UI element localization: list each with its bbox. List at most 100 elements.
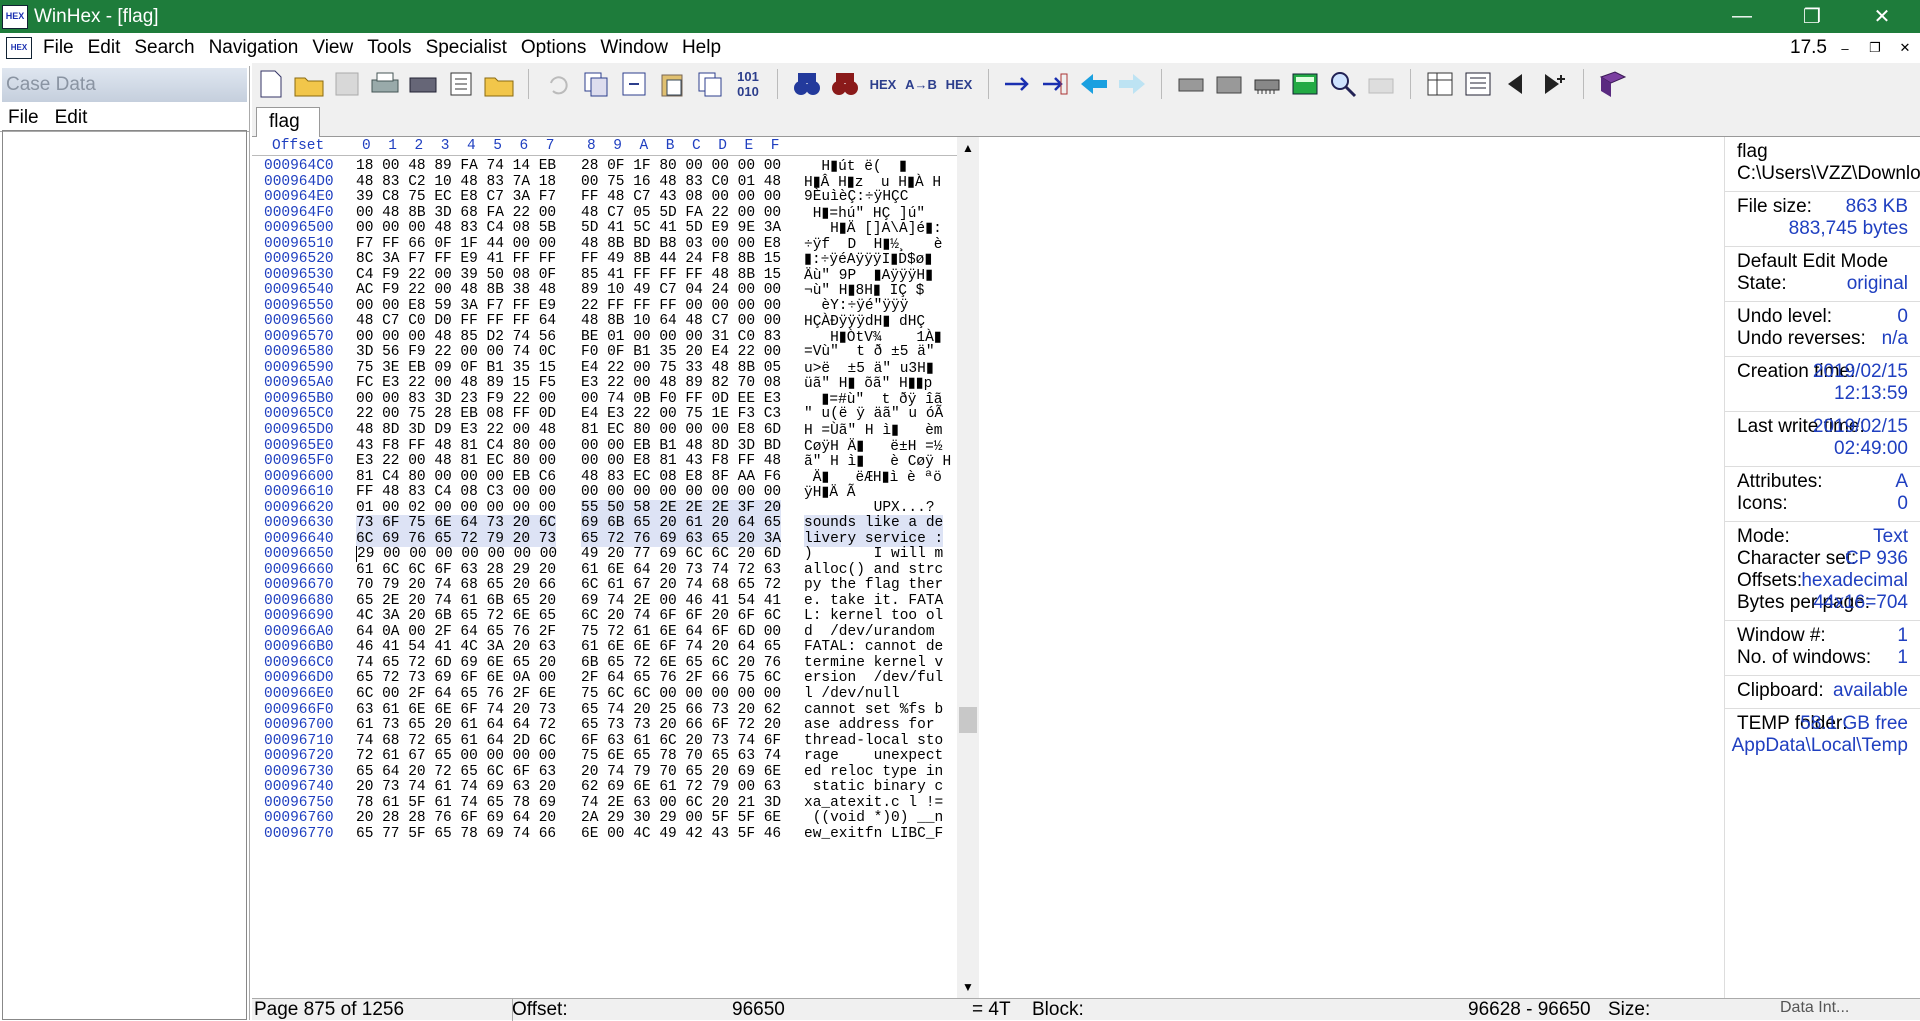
text-column[interactable]: H▮Ä []A\A]é▮: <box>804 220 942 237</box>
text-column[interactable]: Äù" 9P ▮AÿÿÿH▮ <box>804 267 942 284</box>
hex-bytes-low[interactable]: 73 6F 75 6E 64 73 20 6C <box>356 515 557 532</box>
text-column[interactable]: FATAL: cannot de <box>804 639 943 655</box>
open-folder2-icon[interactable] <box>482 67 516 101</box>
hex-bytes-low[interactable]: 61 73 65 20 61 64 64 72 <box>356 717 556 733</box>
hex-bytes-high[interactable]: 5D 41 5C 41 5D E9 9E 3A <box>581 220 781 236</box>
text-column[interactable]: CøÿH Ä▮ ë±H =½ <box>804 438 943 455</box>
hex-bytes-low[interactable]: 6C 69 76 65 72 79 20 73 <box>356 530 557 547</box>
hex-bytes-low[interactable]: 6C 00 2F 64 65 76 2F 6E <box>356 686 556 702</box>
new-file-icon[interactable] <box>254 67 288 101</box>
copy-block-icon[interactable] <box>617 67 651 101</box>
text-column[interactable]: H▮=hú" HÇ ]ú" <box>804 205 943 222</box>
menu-help[interactable]: Help <box>675 37 728 59</box>
hex-bytes-low[interactable]: FC E3 22 00 48 89 15 F5 <box>356 375 556 391</box>
menu-search[interactable]: Search <box>127 37 201 59</box>
text-column[interactable]: ¬ù" H▮8H▮ IÇ $ <box>804 282 942 299</box>
hex-bytes-low[interactable]: 63 61 6E 6E 6F 74 20 73 <box>356 702 556 718</box>
text-column[interactable]: ▮:÷ÿéAÿÿÿI▮D$ø▮ <box>804 251 941 268</box>
find-hex-icon[interactable] <box>828 67 862 101</box>
hex-bytes-high[interactable]: 00 00 E8 81 43 F8 FF 48 <box>581 453 781 469</box>
next-icon[interactable] <box>1537 67 1571 101</box>
text-column[interactable]: " u(ë ÿ äã" u óÃ <box>804 406 943 422</box>
hex-bytes-high[interactable]: 2F 64 65 76 2F 66 75 6C <box>581 670 781 686</box>
hex-bytes-high[interactable]: 00 75 16 48 83 C0 01 48 <box>581 174 781 190</box>
analyze-icon[interactable] <box>1326 67 1360 101</box>
replace-hex2-icon[interactable]: HEX <box>942 67 976 101</box>
minimize-icon[interactable]: — <box>1710 0 1774 33</box>
text-column[interactable]: H▮út ë( ▮ <box>804 158 942 175</box>
hex-bytes-high[interactable]: 6B 65 72 6E 65 6C 20 76 <box>581 655 781 671</box>
text-column[interactable]: èY:÷ÿé"ÿÿÿ <box>804 298 943 314</box>
text-column[interactable]: d /dev/urandom <box>804 624 943 640</box>
text-column[interactable]: cannot set %fs b <box>804 702 943 718</box>
hex-bytes-low[interactable]: 81 C4 80 00 00 00 EB C6 <box>356 469 556 485</box>
hex-bytes-low[interactable]: C4 F9 22 00 39 50 08 0F <box>356 267 556 283</box>
template-icon[interactable] <box>1461 67 1495 101</box>
hex-bytes-low[interactable]: 65 77 5F 65 78 69 74 66 <box>356 826 556 842</box>
text-column[interactable]: ) I will m <box>804 546 943 562</box>
calculator-icon[interactable] <box>1288 67 1322 101</box>
text-column[interactable]: UPX...? <box>804 500 943 516</box>
text-column[interactable]: rage unexpect <box>804 748 943 764</box>
text-column[interactable]: H =Ùã" H ì▮ èm <box>804 422 943 439</box>
hex-bytes-high[interactable]: 69 6B 65 20 61 20 64 65 <box>581 515 782 532</box>
hex-bytes-low[interactable]: 00 00 83 3D 23 F9 22 00 <box>356 391 556 407</box>
hex-bytes-low[interactable]: 48 83 C2 10 48 83 7A 18 <box>356 174 556 190</box>
close-icon[interactable]: ✕ <box>1850 0 1914 33</box>
goto-offset-icon[interactable] <box>1001 67 1035 101</box>
text-column[interactable]: ã" H ì▮ è Cøÿ H <box>804 453 951 470</box>
hex-bytes-high[interactable]: 65 72 76 69 63 65 20 3A <box>581 530 782 547</box>
hex-bytes-high[interactable]: 85 41 FF FF FF 48 8B 15 <box>581 267 781 283</box>
hex-editor[interactable]: Offset 0123456789ABCDEF 000964C0 18 00 48… <box>252 137 979 998</box>
menu-specialist[interactable]: Specialist <box>419 37 514 59</box>
text-column[interactable]: ew_exitfn LIBC_F <box>804 826 943 842</box>
prev-icon[interactable] <box>1499 67 1533 101</box>
undo-icon[interactable] <box>541 67 575 101</box>
scroll-thumb[interactable] <box>959 707 977 733</box>
text-column[interactable]: ((void *)0) __n <box>804 810 944 826</box>
hex-bytes-low[interactable]: 65 72 73 69 6F 6E 0A 00 <box>356 670 556 686</box>
open-disk-icon[interactable] <box>406 67 440 101</box>
text-column[interactable]: L: kernel too ol <box>804 608 943 624</box>
text-column[interactable]: ÿH▮Ä Ã <box>804 484 943 501</box>
help-book-icon[interactable] <box>1596 67 1630 101</box>
hex-bytes-high[interactable]: BE 01 00 00 00 31 C0 83 <box>581 329 781 345</box>
text-column[interactable]: termine kernel v <box>804 655 943 671</box>
memory-icon[interactable] <box>1250 67 1284 101</box>
case-menu-file[interactable]: File <box>0 107 47 129</box>
hex-bytes-low[interactable]: 39 C8 75 EC E8 C7 3A F7 <box>356 189 556 205</box>
menu-navigation[interactable]: Navigation <box>202 37 306 59</box>
hex-bytes-high[interactable]: 00 74 0B F0 FF 0D EE E3 <box>581 391 781 407</box>
text-column[interactable]: l /dev/null <box>804 686 943 702</box>
hex-bytes-low[interactable]: 00 00 E8 59 3A F7 FF E9 <box>356 298 556 314</box>
hex-bytes-low[interactable]: 18 00 48 89 FA 74 14 EB <box>356 158 556 174</box>
open-folder-icon[interactable] <box>292 67 326 101</box>
scroll-down-icon[interactable]: ▼ <box>959 978 977 996</box>
hex-bytes-high[interactable]: 49 20 77 69 6C 6C 20 6D <box>581 546 781 562</box>
hex-bytes-high[interactable]: 55 50 58 2E 2E 2E 3F 20 <box>581 499 782 516</box>
hex-bytes-low[interactable]: 46 41 54 41 4C 3A 20 63 <box>356 639 556 655</box>
text-column[interactable]: thread-local sto <box>804 733 943 749</box>
menu-edit[interactable]: Edit <box>81 37 128 59</box>
hex-bytes-high[interactable]: 20 74 79 70 65 20 69 6E <box>581 764 781 780</box>
find-text-icon[interactable] <box>790 67 824 101</box>
hex-bytes-low[interactable]: F7 FF 66 0F 1F 44 00 00 <box>356 236 556 252</box>
replace-text-icon[interactable]: A→B <box>904 67 938 101</box>
save-icon[interactable] <box>330 67 364 101</box>
hex-bytes-high[interactable]: 75 72 61 6E 64 6F 6D 00 <box>581 624 781 640</box>
hex-bytes-high[interactable]: 69 74 2E 00 46 41 54 41 <box>581 593 781 609</box>
goto-block-icon[interactable] <box>1039 67 1073 101</box>
hex-bytes-low[interactable]: 65 2E 20 74 61 6B 65 20 <box>356 593 556 609</box>
hex-bytes-low[interactable]: AC F9 22 00 48 8B 38 48 <box>356 282 556 298</box>
hex-bytes-low[interactable]: 74 68 72 65 61 64 2D 6C <box>356 733 556 749</box>
text-column[interactable]: 9ÈuìèÇ:÷ÿHÇC <box>804 189 943 205</box>
hex-bytes-low[interactable]: 75 3E EB 09 0F B1 35 15 <box>356 360 556 376</box>
hex-bytes-low[interactable]: 3D 56 F9 22 00 00 74 0C <box>356 344 556 360</box>
hex-bytes-high[interactable]: 00 00 EB B1 48 8D 3D BD <box>581 438 781 454</box>
hex-bytes-low[interactable]: 20 73 74 61 74 69 63 20 <box>356 779 556 795</box>
text-column[interactable]: ÷ÿf D H▮½¸ è <box>804 236 943 253</box>
text-column[interactable]: üã" H▮ õã" H▮▮p <box>804 375 941 392</box>
case-tree[interactable] <box>2 130 247 1020</box>
print-icon[interactable] <box>368 67 402 101</box>
text-column[interactable]: ersion /dev/ful <box>804 670 943 686</box>
